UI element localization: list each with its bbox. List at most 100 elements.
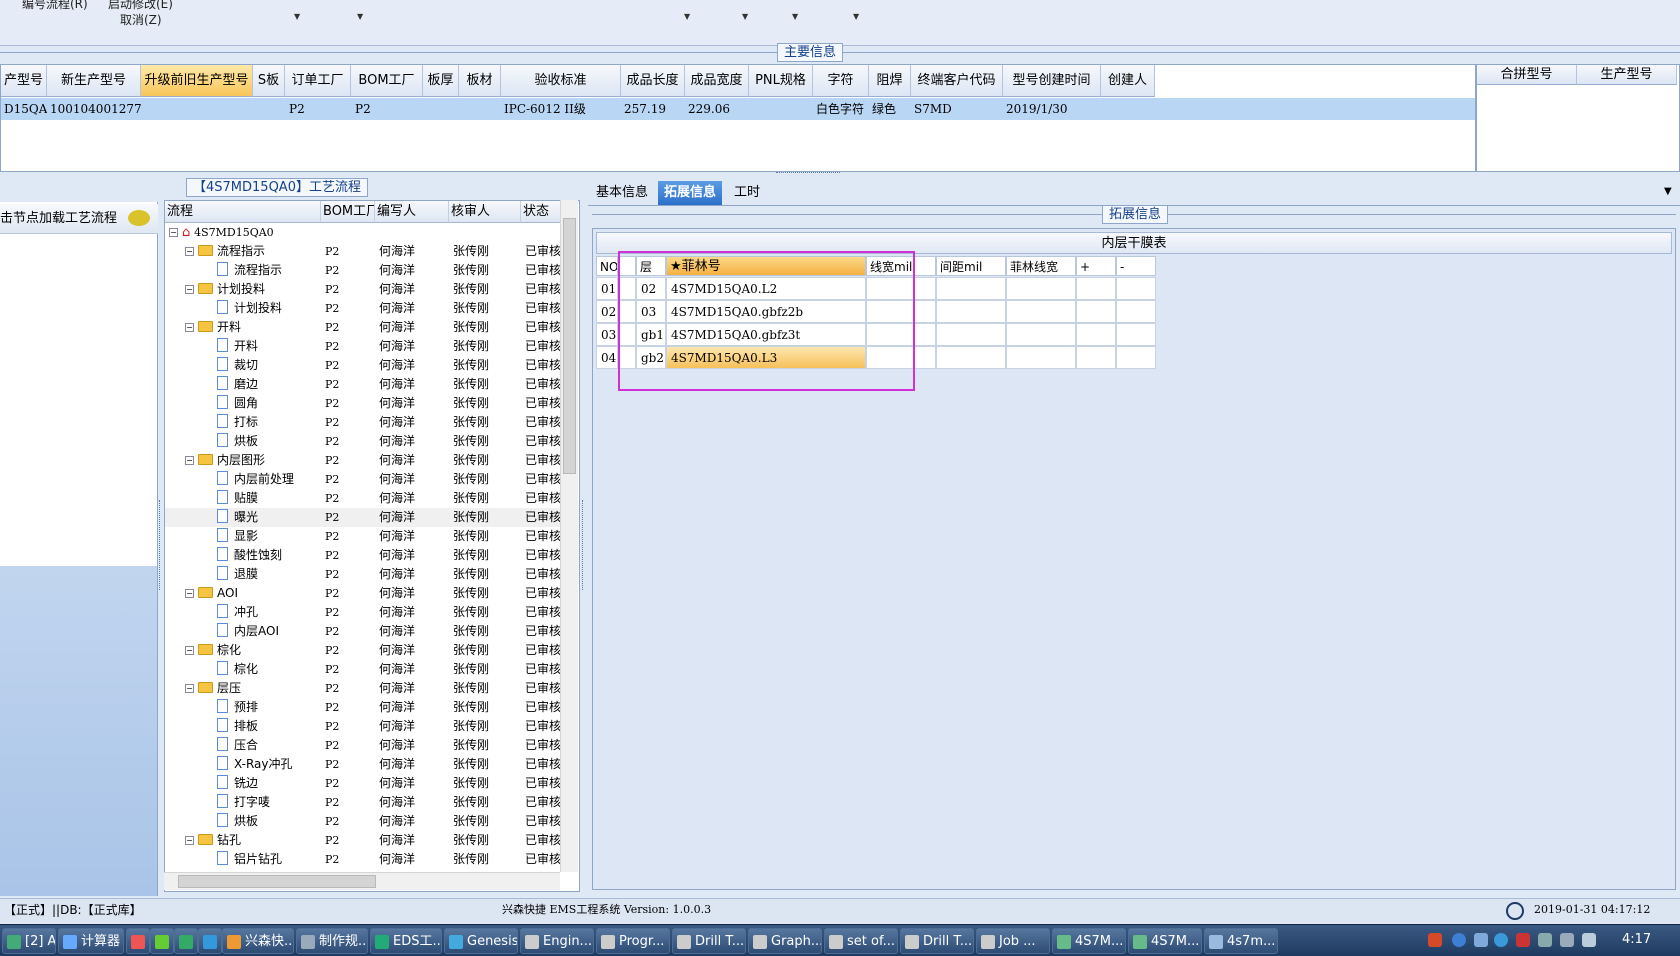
volume-icon[interactable]	[1582, 933, 1596, 947]
grid-header-no[interactable]: NO	[596, 256, 618, 276]
collapse-icon[interactable]: −	[185, 589, 194, 598]
taskbar-button[interactable]: EDS工...	[370, 928, 442, 954]
remove-column-button[interactable]: -	[1116, 256, 1156, 276]
tree-node[interactable]: 铣边 P2 何海洋 张传刚 已审核	[165, 774, 563, 793]
tree-node[interactable]: − 层压 P2 何海洋 张传刚 已审核	[165, 679, 563, 698]
tree-vertical-scrollbar[interactable]	[560, 200, 578, 872]
tree-node[interactable]: − 流程指示 P2 何海洋 张传刚 已审核	[165, 242, 563, 261]
grid-cell-empty[interactable]	[936, 323, 1006, 346]
grid-cell-empty[interactable]	[936, 346, 1006, 369]
grid-cell-empty[interactable]	[1076, 346, 1116, 369]
grid-cell-empty[interactable]	[1006, 323, 1076, 346]
tree-node[interactable]: 打标 P2 何海洋 张传刚 已审核	[165, 413, 563, 432]
tree-node[interactable]: 排板 P2 何海洋 张传刚 已审核	[165, 717, 563, 736]
tree-node[interactable]: 烘板 P2 何海洋 张传刚 已审核	[165, 812, 563, 831]
grid-cell-empty[interactable]	[936, 300, 1006, 323]
collapse-icon[interactable]: −	[169, 228, 178, 237]
col-header[interactable]: 验收标准	[501, 65, 621, 97]
dropdown-arrow-icon[interactable]: ▼	[1664, 186, 1672, 197]
sougou-icon[interactable]	[1428, 933, 1442, 947]
tab-basic-info[interactable]: 基本信息	[590, 181, 654, 205]
taskbar-button[interactable]	[174, 928, 198, 954]
col-header[interactable]: 板材	[459, 65, 501, 97]
help-icon[interactable]	[1452, 933, 1466, 947]
taskbar-button[interactable]: Drill T...	[900, 928, 974, 954]
scroll-thumb[interactable]	[563, 218, 576, 474]
col-header[interactable]: 板厚	[423, 65, 459, 97]
cell-order-factory[interactable]: P2	[285, 98, 351, 120]
splitter-handle[interactable]	[776, 172, 840, 178]
grid-cell-no[interactable]: 02	[596, 300, 618, 323]
tree-node[interactable]: 退膜 P2 何海洋 张传刚 已审核	[165, 565, 563, 584]
load-flow-button[interactable]: 击节点加载工艺流程	[0, 204, 158, 234]
collapse-icon[interactable]: −	[185, 456, 194, 465]
cell-acceptance-standard[interactable]: IPC-6012 II级	[501, 98, 621, 120]
col-header[interactable]: 成品长度	[621, 65, 685, 97]
tree-col-header[interactable]: 流程	[165, 201, 321, 223]
splitter-handle[interactable]	[159, 500, 163, 590]
grid-cell-empty[interactable]	[936, 277, 1006, 300]
taskbar-button[interactable]: Genesis	[444, 928, 518, 954]
tree-node[interactable]: 磨边 P2 何海洋 张传刚 已审核	[165, 375, 563, 394]
col-header[interactable]: 升级前旧生产型号	[141, 65, 253, 97]
tray-icon[interactable]	[1560, 933, 1574, 947]
col-header[interactable]: 型号创建时间	[1003, 65, 1101, 97]
dropdown-arrow-icon[interactable]: ▼	[742, 12, 748, 21]
cell-new-product-no[interactable]: 10010400127735	[47, 98, 141, 120]
tree-node[interactable]: 内层前处理 P2 何海洋 张传刚 已审核	[165, 470, 563, 489]
tree-node[interactable]: 铝片钻孔 P2 何海洋 张传刚 已审核	[165, 850, 563, 869]
col-header[interactable]: 合拼型号	[1477, 65, 1577, 85]
taskbar-button[interactable]: Job ...	[976, 928, 1050, 954]
grid-cell-no[interactable]: 03	[596, 323, 618, 346]
tree-col-header[interactable]: 编写人	[375, 201, 449, 223]
grid-header-spacing[interactable]: 间距mil	[936, 256, 1006, 276]
col-header[interactable]: 成品宽度	[685, 65, 749, 97]
cell-create-time[interactable]: 2019/1/30	[1003, 98, 1101, 120]
taskbar-button[interactable]: Engin...	[520, 928, 594, 954]
tree-node[interactable]: X-Ray冲孔 P2 何海洋 张传刚 已审核	[165, 755, 563, 774]
grid-cell-empty[interactable]	[1116, 323, 1156, 346]
dropdown-arrow-icon[interactable]: ▼	[792, 12, 798, 21]
tree-node[interactable]: − AOI P2 何海洋 张传刚 已审核	[165, 584, 563, 603]
tree-node[interactable]: 压合 P2 何海洋 张传刚 已审核	[165, 736, 563, 755]
taskbar-button[interactable]	[126, 928, 150, 954]
tree-col-header[interactable]: 核审人	[449, 201, 521, 223]
taskbar-button[interactable]: 4S7M...	[1052, 928, 1126, 954]
taskbar-button[interactable]	[150, 928, 174, 954]
grid-cell-empty[interactable]	[1006, 300, 1076, 323]
tree-col-header[interactable]: BOM工厂	[321, 201, 375, 223]
col-header[interactable]: 创建人	[1101, 65, 1155, 97]
add-column-button[interactable]: +	[1076, 256, 1116, 276]
tree-node[interactable]: − 内层图形 P2 何海洋 张传刚 已审核	[165, 451, 563, 470]
collapse-icon[interactable]: −	[185, 247, 194, 256]
taskbar-button[interactable]: set of...	[824, 928, 898, 954]
scroll-thumb[interactable]	[178, 875, 376, 888]
taskbar-button[interactable]: 兴森快...	[222, 928, 294, 954]
taskbar-button[interactable]: Progr...	[596, 928, 670, 954]
tree-horizontal-scrollbar[interactable]	[164, 872, 560, 890]
taskbar-button[interactable]: 4S7M...	[1128, 928, 1202, 954]
tree-node[interactable]: 内层AOI P2 何海洋 张传刚 已审核	[165, 622, 563, 641]
col-header[interactable]: S板	[253, 65, 285, 97]
tree-node[interactable]: 圆角 P2 何海洋 张传刚 已审核	[165, 394, 563, 413]
tab-extended-info[interactable]: 拓展信息	[658, 181, 723, 205]
collapse-icon[interactable]: −	[185, 684, 194, 693]
dropdown-arrow-icon[interactable]: ▼	[357, 12, 363, 21]
taskbar-button[interactable]: 4s7m...	[1204, 928, 1278, 954]
cancel-button[interactable]: 取消(Z)	[120, 11, 162, 28]
cell-solder-mask[interactable]: 绿色	[869, 98, 911, 120]
taskbar-button[interactable]: Graph...	[748, 928, 822, 954]
menu-item-number-flow[interactable]: 编号流程(R)	[22, 0, 88, 12]
col-header[interactable]: 生产型号	[1577, 65, 1677, 85]
tree-node[interactable]: 打字唛 P2 何海洋 张传刚 已审核	[165, 793, 563, 812]
taskbar-clock[interactable]: 4:17	[1622, 932, 1651, 947]
tree-node[interactable]: 烘板 P2 何海洋 张传刚 已审核	[165, 432, 563, 451]
collapse-icon[interactable]: −	[185, 285, 194, 294]
cell-width[interactable]: 229.06	[685, 98, 749, 120]
tree-node[interactable]: 曝光 P2 何海洋 张传刚 已审核	[165, 508, 563, 527]
col-header[interactable]: 订单工厂	[285, 65, 351, 97]
tree-node[interactable]: − 计划投料 P2 何海洋 张传刚 已审核	[165, 280, 563, 299]
collapse-icon[interactable]: −	[185, 646, 194, 655]
taskbar-button[interactable]: Drill T...	[672, 928, 746, 954]
grid-cell-no[interactable]: 01	[596, 277, 618, 300]
